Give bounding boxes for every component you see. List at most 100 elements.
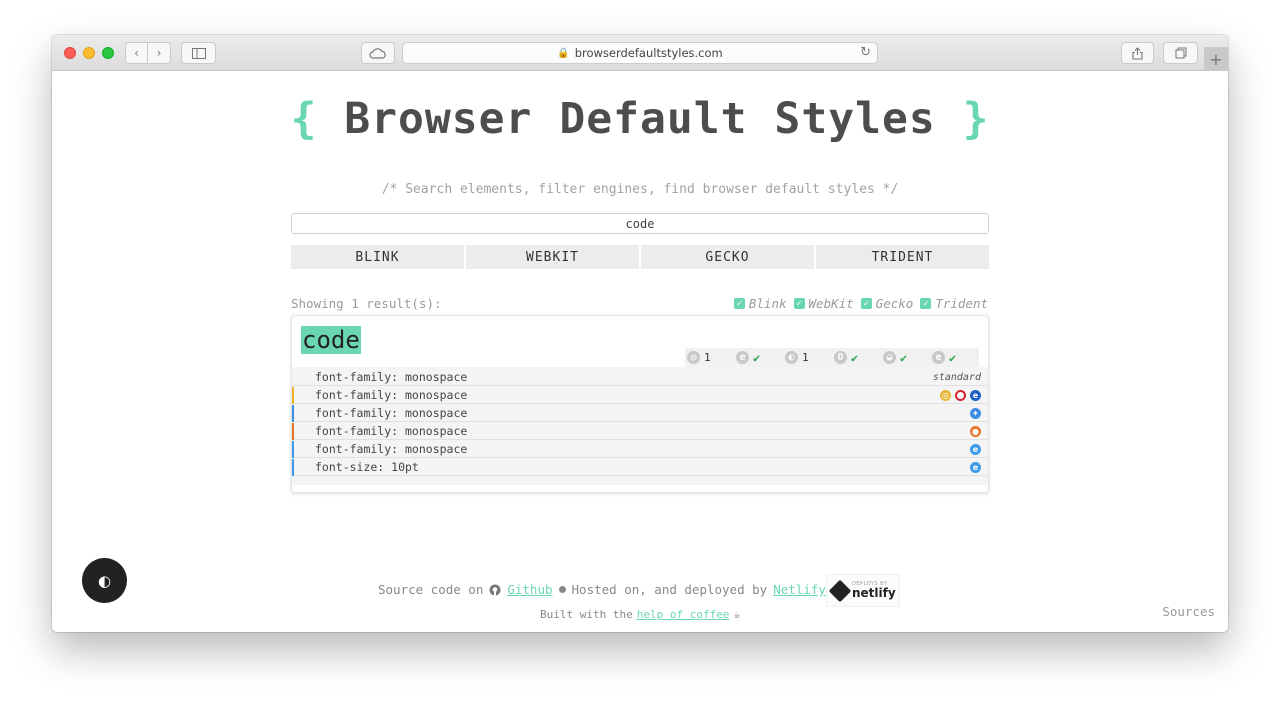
brace-close: }: [962, 94, 990, 144]
result-card: code ◎ 1 e ✔ ◐ 1 O ✔ ◒ ✔ e ✔ font-family: mono…: [291, 315, 989, 493]
title-bar: ‹ › 🔒 browserdefaultstyles.com ↻ +: [52, 35, 1228, 71]
support-opera: O ✔: [832, 348, 881, 367]
engine-button-webkit[interactable]: WEBKIT: [466, 245, 639, 269]
github-link[interactable]: Github: [507, 582, 552, 597]
engine-button-gecko[interactable]: GECKO: [641, 245, 814, 269]
address-bar[interactable]: 🔒 browserdefaultstyles.com ↻: [402, 42, 878, 64]
netlify-logo-icon: [828, 579, 852, 602]
share-button[interactable]: [1121, 42, 1154, 64]
support-value: ✔: [851, 350, 859, 365]
support-value: ✔: [753, 350, 761, 365]
filter-blink[interactable]: ✓ Blink: [733, 296, 787, 311]
property-row: font-family: monospace standard: [292, 369, 988, 386]
filter-label: WebKit: [808, 296, 854, 311]
chevron-left-icon: ‹: [134, 46, 139, 60]
footer-built-text: Built with the: [540, 608, 633, 621]
opera-icon: O: [834, 351, 847, 364]
reload-icon[interactable]: ↻: [860, 45, 871, 60]
safari-icon: ✦: [970, 407, 981, 419]
filter-webkit[interactable]: ✓ WebKit: [793, 296, 854, 311]
engine-color-bar: [292, 441, 294, 458]
chrome-icon: ◎: [687, 351, 700, 364]
engine-button-trident[interactable]: TRIDENT: [816, 245, 989, 269]
property-row: font-family: monospace ◎ e: [292, 387, 988, 404]
engine-color-bar: [292, 405, 294, 422]
property-row: font-family: monospace ●: [292, 423, 988, 440]
footer-source-line: Source code on Github Hosted on, and dep…: [378, 582, 826, 597]
contrast-icon: ◐: [97, 571, 112, 590]
brace-open: {: [290, 94, 318, 144]
filter-label: Gecko: [875, 296, 914, 311]
engine-checkboxes: ✓ Blink ✓ WebKit ✓ Gecko ✓ Trident: [733, 296, 988, 311]
minimize-window-button[interactable]: [83, 47, 95, 59]
site-subtitle: /* Search elements, filter engines, find…: [381, 182, 899, 197]
support-firefox: ◒ ✔: [881, 348, 930, 367]
tabs-icon: [1175, 47, 1186, 59]
support-value: ✔: [949, 350, 957, 365]
support-safari: ◐ 1: [783, 348, 832, 367]
ie-icon: e: [970, 443, 981, 455]
edge-icon: e: [970, 389, 981, 401]
filter-trident[interactable]: ✓ Trident: [920, 296, 988, 311]
forward-button[interactable]: ›: [148, 42, 171, 64]
checkbox-checked-icon[interactable]: ✓: [733, 298, 745, 309]
theme-toggle-button[interactable]: ◐: [82, 558, 127, 603]
support-value: ✔: [900, 350, 908, 365]
sidebar-toggle-button[interactable]: [181, 42, 216, 64]
search-input[interactable]: [291, 213, 989, 234]
property-text: font-family: monospace: [315, 370, 468, 384]
engine-color-bar: [292, 423, 294, 440]
browser-window: ‹ › 🔒 browserdefaultstyles.com ↻ + { Bro…: [52, 35, 1228, 632]
back-button[interactable]: ‹: [125, 42, 148, 64]
coffee-link[interactable]: help of coffee: [637, 608, 730, 621]
property-row: font-size: 10pt e: [292, 459, 988, 476]
filter-label: Blink: [748, 296, 787, 311]
badge-word: netlify: [852, 586, 896, 600]
support-ie: e ✔: [930, 348, 979, 367]
separator-dot: [558, 586, 566, 593]
property-text: font-size: 10pt: [315, 460, 419, 474]
footer-source-text: Source code on: [378, 582, 484, 597]
footer-hosted-text: Hosted on, and deployed by: [571, 582, 768, 597]
show-tabs-button[interactable]: [1163, 42, 1198, 64]
netlify-link[interactable]: Netlify: [773, 582, 826, 597]
filter-label: Trident: [935, 296, 988, 311]
filter-gecko[interactable]: ✓ Gecko: [860, 296, 914, 311]
sources-link[interactable]: Sources: [1162, 604, 1215, 619]
sidebar-icon: [191, 47, 206, 59]
share-icon: [1132, 46, 1143, 60]
site-title: { Browser Default Styles }: [52, 94, 1228, 144]
support-value: 1: [704, 351, 711, 364]
engine-button-blink[interactable]: BLINK: [291, 245, 464, 269]
new-tab-button[interactable]: +: [1204, 47, 1228, 71]
checkbox-checked-icon[interactable]: ✓: [860, 298, 872, 309]
checkbox-checked-icon[interactable]: ✓: [920, 298, 932, 309]
property-text: font-family: monospace: [315, 442, 468, 456]
results-count: Showing 1 result(s):: [291, 296, 442, 311]
lock-icon: 🔒: [557, 47, 570, 59]
chrome-icon: ◎: [940, 389, 951, 401]
safari-icon: ◐: [785, 351, 798, 364]
close-window-button[interactable]: [64, 47, 76, 59]
icloud-tabs-button[interactable]: [361, 42, 395, 64]
url-text: browserdefaultstyles.com: [574, 46, 723, 60]
netlify-badge[interactable]: DEPLOYS BY netlify: [826, 574, 900, 607]
checkbox-checked-icon[interactable]: ✓: [793, 298, 805, 309]
browser-support-row: ◎ 1 e ✔ ◐ 1 O ✔ ◒ ✔ e ✔: [685, 348, 979, 367]
coffee-icon: ☕: [733, 608, 741, 621]
firefox-icon: ●: [970, 425, 981, 437]
support-value: 1: [802, 351, 809, 364]
support-edge: e ✔: [734, 348, 783, 367]
property-row: font-family: monospace ✦: [292, 405, 988, 422]
zoom-window-button[interactable]: [102, 47, 114, 59]
property-list: font-family: monospace standard font-fam…: [292, 367, 988, 485]
property-text: font-family: monospace: [315, 424, 468, 438]
support-chrome: ◎ 1: [685, 348, 734, 367]
github-icon: [489, 584, 501, 595]
engine-color-bar: [292, 387, 294, 404]
firefox-icon: ◒: [883, 351, 896, 364]
footer-built-line: Built with the help of coffee ☕: [540, 608, 740, 621]
chevron-right-icon: ›: [156, 46, 162, 60]
property-text: font-family: monospace: [315, 388, 468, 402]
opera-icon: [955, 389, 966, 401]
